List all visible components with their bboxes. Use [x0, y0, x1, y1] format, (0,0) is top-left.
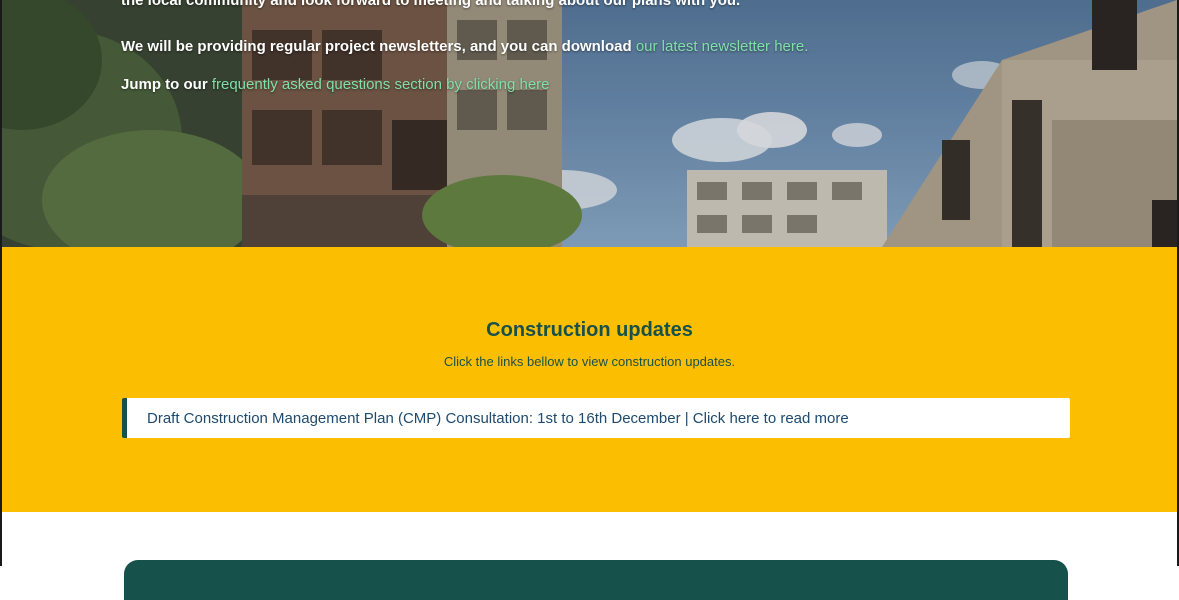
update-item[interactable]: Draft Construction Management Plan (CMP)…	[122, 398, 1070, 438]
hero-intro-text: the local community and look forward to …	[121, 0, 741, 9]
hero-newsletter-text: We will be providing regular project new…	[121, 38, 636, 55]
hero-newsletter-line: We will be providing regular project new…	[121, 38, 808, 55]
hero-banner: the local community and look forward to …	[2, 0, 1177, 247]
newsletter-link[interactable]: our latest newsletter here.	[636, 38, 809, 55]
hero-intro-line: the local community and look forward to …	[121, 0, 740, 9]
update-item-link[interactable]: Draft Construction Management Plan (CMP)…	[147, 410, 849, 427]
section-subtitle: Click the links bellow to view construct…	[443, 354, 736, 369]
section-title: Construction updates	[486, 319, 693, 341]
next-section-card	[124, 560, 1068, 600]
hero-faq-text: Jump to our	[121, 76, 212, 93]
construction-updates-section: Construction updates Click the links bel…	[2, 247, 1177, 512]
hero-faq-line: Jump to our frequently asked questions s…	[121, 76, 550, 93]
faq-link[interactable]: frequently asked questions section by cl…	[212, 76, 550, 93]
